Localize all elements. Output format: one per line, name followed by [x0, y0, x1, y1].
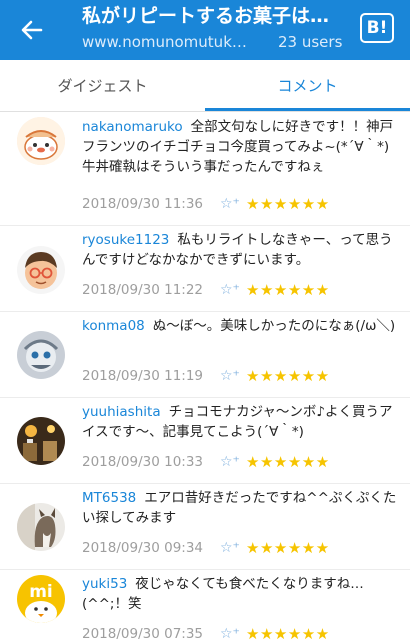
arrow-left-icon	[21, 20, 43, 40]
comment-text: ryosuke1123 私もリライトしなきゃー、って思うんですけどなかなかできずに…	[82, 230, 398, 270]
star-rating: ★★★★★★	[246, 625, 330, 640]
star-rating: ★★★★★★	[246, 281, 330, 299]
tab-comments-label: コメント	[277, 77, 338, 95]
comment-date: 2018/09/30 07:35	[82, 626, 204, 640]
comment-meta: 2018/09/30 11:36 ☆⁺ ★★★★★★	[82, 194, 330, 214]
avatar-label: mi	[29, 582, 53, 602]
tab-comments[interactable]: コメント	[205, 60, 410, 111]
star-rating: ★★★★★★	[246, 367, 330, 385]
comment-meta: 2018/09/30 07:35 ☆⁺ ★★★★★★	[82, 624, 330, 640]
avatar-yuuhiashita-image	[17, 417, 65, 465]
avatar-maru-image	[17, 117, 65, 165]
tab-bar: ダイジェスト コメント	[0, 60, 410, 112]
comment-text: yuki53 夜じゃなくても食べたくなりますね…(^^;！笑	[82, 574, 398, 614]
star-rating: ★★★★★★	[246, 195, 330, 213]
avatar-yuki53-image: mi	[17, 575, 65, 623]
comment-text: konma08 ぬ～ぼ～。美味しかったのになぁ(/ω＼)	[82, 316, 398, 336]
entry-domain[interactable]: www.nomunomutuk…	[82, 30, 258, 54]
comment-username[interactable]: ryosuke1123	[82, 232, 169, 248]
comment-username[interactable]: MT6538	[82, 490, 136, 506]
add-star-icon[interactable]: ☆⁺	[220, 540, 246, 556]
add-star-icon[interactable]: ☆⁺	[220, 454, 246, 470]
comment-item: konma08 ぬ～ぼ～。美味しかったのになぁ(/ω＼) 2018/09/30 1…	[0, 312, 410, 398]
star-rating: ★★★★★★	[246, 539, 330, 557]
entry-info: www.nomunomutuk… 23 users	[82, 30, 352, 54]
comment-username[interactable]: yuuhiashita	[82, 404, 161, 420]
avatar-ryosuke-image	[17, 246, 65, 294]
comment-date: 2018/09/30 11:22	[82, 282, 204, 298]
app-header: 私がリピートするお菓子は… www.nomunomutuk… 23 users …	[0, 0, 410, 60]
comment-text: MT6538 エアロ昔好きだったですね^^ぷくぷくたい探してみます	[82, 488, 398, 528]
comment-item: MT6538 エアロ昔好きだったですね^^ぷくぷくたい探してみます 2018/09…	[0, 484, 410, 570]
avatar-konma-image	[17, 331, 65, 379]
comment-item: yuuhiashita チョコモナカジャ～ンボ♪よく買うアイスです～、記事見てこよ…	[0, 398, 410, 484]
comment-date: 2018/09/30 11:36	[82, 196, 204, 212]
comment-item: mi yuki53 夜じゃなくても食べたくなりますね…(^^;！笑 2018/09…	[0, 570, 410, 640]
star-rating: ★★★★★★	[246, 453, 330, 471]
avatar[interactable]	[17, 331, 65, 379]
comment-meta: 2018/09/30 11:22 ☆⁺ ★★★★★★	[82, 280, 330, 300]
user-count: 23 users	[278, 33, 343, 51]
comment-meta: 2018/09/30 10:33 ☆⁺ ★★★★★★	[82, 452, 330, 472]
active-tab-indicator	[205, 108, 410, 111]
comment-username[interactable]: yuki53	[82, 576, 127, 592]
avatar[interactable]	[17, 246, 65, 294]
hatena-bookmark-button[interactable]: B!	[360, 13, 394, 43]
comment-item: nakanomaruko 全部文句なしに好きです！！神戸フランツのイチゴチョコ今度…	[0, 113, 410, 226]
comment-body: ぬ～ぼ～。美味しかったのになぁ(/ω＼)	[152, 318, 396, 334]
avatar[interactable]: mi	[17, 575, 65, 623]
comment-text: yuuhiashita チョコモナカジャ～ンボ♪よく買うアイスです～、記事見てこよ…	[82, 402, 398, 442]
avatar[interactable]	[17, 417, 65, 465]
page-title: 私がリピートするお菓子は…	[82, 5, 330, 27]
comment-date: 2018/09/30 09:34	[82, 540, 204, 556]
add-star-icon[interactable]: ☆⁺	[220, 368, 246, 384]
comment-username[interactable]: nakanomaruko	[82, 119, 183, 135]
tab-digest[interactable]: ダイジェスト	[0, 60, 205, 111]
add-star-icon[interactable]: ☆⁺	[220, 626, 246, 640]
comment-date: 2018/09/30 11:19	[82, 368, 204, 384]
comment-item: ryosuke1123 私もリライトしなきゃー、って思うんですけどなかなかできずに…	[0, 226, 410, 312]
comment-meta: 2018/09/30 09:34 ☆⁺ ★★★★★★	[82, 538, 330, 558]
add-star-icon[interactable]: ☆⁺	[220, 282, 246, 298]
tab-digest-label: ダイジェスト	[57, 77, 148, 95]
avatar[interactable]	[17, 503, 65, 551]
comment-username[interactable]: konma08	[82, 318, 145, 334]
add-star-icon[interactable]: ☆⁺	[220, 196, 246, 212]
comment-list: nakanomaruko 全部文句なしに好きです！！神戸フランツのイチゴチョコ今度…	[0, 113, 410, 640]
back-button[interactable]	[14, 12, 50, 48]
comment-meta: 2018/09/30 11:19 ☆⁺ ★★★★★★	[82, 366, 330, 386]
avatar[interactable]	[17, 117, 65, 165]
avatar-mt6538-image	[17, 503, 65, 551]
comment-date: 2018/09/30 10:33	[82, 454, 204, 470]
comment-text: nakanomaruko 全部文句なしに好きです！！神戸フランツのイチゴチョコ今度…	[82, 117, 398, 177]
